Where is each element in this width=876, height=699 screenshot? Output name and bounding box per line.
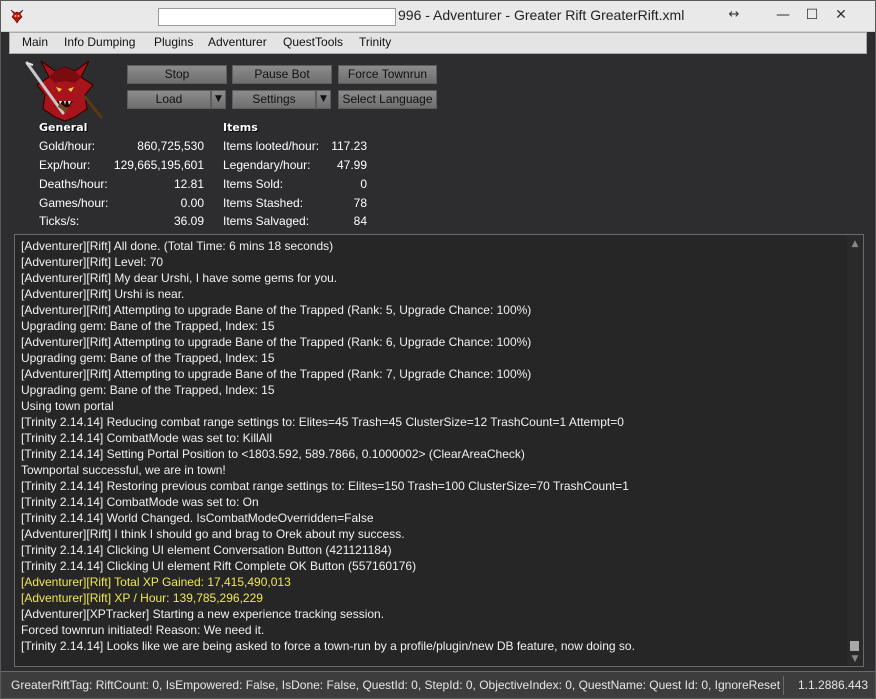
log-line: Using town portal [21, 399, 114, 413]
load-button[interactable]: Load [127, 90, 211, 109]
resize-arrows-icon[interactable]: ↔ [723, 5, 745, 25]
title-bar: 996 - Adventurer - Greater Rift GreaterR… [1, 1, 875, 32]
log-line: [Adventurer][Rift] Attempting to upgrade… [21, 303, 532, 317]
items-heading: Items [223, 121, 258, 134]
menu-main[interactable]: Main [22, 35, 48, 49]
force-townrun-button[interactable]: Force Townrun [338, 65, 437, 84]
redacted-title-block [158, 8, 396, 26]
status-text: GreaterRiftTag: RiftCount: 0, IsEmpowere… [11, 678, 781, 692]
items-looted-value: 117.23 [331, 139, 367, 153]
log-line: [Adventurer][Rift] Attempting to upgrade… [21, 367, 532, 381]
log-line: [Trinity 2.14.14] Reducing combat range … [21, 415, 624, 429]
log-line: Upgrading gem: Bane of the Trapped, Inde… [21, 351, 275, 365]
stat-label: Games/hour: [39, 196, 109, 210]
scroll-up-arrow-icon[interactable]: ▲ [849, 238, 861, 250]
stat-label: Exp/hour: [39, 158, 91, 172]
log-line: [Trinity 2.14.14] Restoring previous com… [21, 479, 629, 493]
legendary-per-hour-value: 47.99 [336, 158, 367, 172]
maximize-button[interactable]: ☐ [798, 2, 826, 28]
menu-info-dumping[interactable]: Info Dumping [64, 35, 135, 49]
scroll-thumb[interactable] [850, 641, 859, 651]
settings-button[interactable]: Settings [232, 90, 316, 109]
exp-per-hour-value: 129,665,195,601 [113, 158, 204, 172]
log-line: [Adventurer][Rift] I think I should go a… [21, 527, 405, 541]
menu-trinity[interactable]: Trinity [359, 35, 391, 49]
stat-label: Items Stashed: [223, 196, 304, 210]
settings-dropdown-arrow-icon[interactable]: ▼ [316, 90, 331, 109]
items-sold-value: 0 [360, 177, 367, 191]
pause-bot-button[interactable]: Pause Bot [232, 65, 332, 84]
menu-plugins[interactable]: Plugins [154, 35, 193, 49]
app-window: 996 - Adventurer - Greater Rift GreaterR… [0, 0, 876, 699]
items-stashed-value: 78 [353, 196, 367, 210]
general-heading: General [39, 121, 88, 134]
log-line: Upgrading gem: Bane of the Trapped, Inde… [21, 319, 275, 333]
log-line: Forced townrun initiated! Reason: We nee… [21, 623, 265, 637]
log-line: [Adventurer][Rift] Urshi is near. [21, 287, 185, 301]
log-line: [Adventurer][Rift] XP / Hour: 139,785,29… [21, 591, 263, 605]
log-line: [Adventurer][Rift] Total XP Gained: 17,4… [21, 575, 291, 589]
log-line: [Adventurer][XPTracker] Starting a new e… [21, 607, 385, 621]
status-separator [783, 676, 784, 695]
menu-bar: Main Info Dumping Plugins Adventurer Que… [9, 32, 867, 54]
log-line: [Adventurer][Rift] Level: 70 [21, 255, 164, 269]
ticks-per-second-value: 36.09 [173, 214, 204, 228]
menu-adventurer[interactable]: Adventurer [208, 35, 267, 49]
log-output[interactable]: [Adventurer][Rift] All done. (Total Time… [14, 234, 864, 667]
stop-button[interactable]: Stop [127, 65, 227, 84]
stat-label: Deaths/hour: [39, 177, 108, 191]
log-line: [Trinity 2.14.14] Clicking UI element Ri… [21, 559, 417, 573]
log-line: [Trinity 2.14.14] CombatMode was set to:… [21, 495, 259, 509]
log-line: [Trinity 2.14.14] Setting Portal Positio… [21, 447, 525, 461]
log-line: [Trinity 2.14.14] World Changed. IsComba… [21, 511, 374, 525]
log-line: [Adventurer][Rift] All done. (Total Time… [21, 239, 334, 253]
stat-label: Items Salvaged: [223, 214, 310, 228]
log-line: Townportal successful, we are in town! [21, 463, 226, 477]
log-lines: [Adventurer][Rift] All done. (Total Time… [21, 238, 841, 654]
log-line: [Trinity 2.14.14] Clicking UI element Co… [21, 543, 392, 557]
stat-label: Gold/hour: [39, 139, 96, 153]
close-button[interactable]: ✕ [827, 2, 855, 28]
stat-label: Items looted/hour: [223, 139, 320, 153]
stat-label: Ticks/s: [39, 214, 80, 228]
log-line: Upgrading gem: Bane of the Trapped, Inde… [21, 383, 275, 397]
deaths-per-hour-value: 12.81 [173, 177, 204, 191]
items-salvaged-value: 84 [353, 214, 367, 228]
log-line: [Trinity 2.14.14] Looks like we are bein… [21, 639, 635, 653]
minimize-button[interactable]: — [769, 2, 797, 28]
version-label: 1.1.2886.443 [798, 678, 869, 692]
demon-icon [10, 9, 24, 24]
log-scrollbar[interactable]: ▲ ▼ [847, 235, 863, 666]
stat-label: Items Sold: [223, 177, 284, 191]
log-line: [Trinity 2.14.14] CombatMode was set to:… [21, 431, 272, 445]
stat-label: Legendary/hour: [223, 158, 311, 172]
window-title: 996 - Adventurer - Greater Rift GreaterR… [398, 7, 685, 23]
log-line: [Adventurer][Rift] My dear Urshi, I have… [21, 271, 338, 285]
status-bar: GreaterRiftTag: RiftCount: 0, IsEmpowere… [1, 671, 875, 698]
select-language-button[interactable]: Select Language [338, 90, 437, 109]
log-line: [Adventurer][Rift] Attempting to upgrade… [21, 335, 532, 349]
load-dropdown-arrow-icon[interactable]: ▼ [211, 90, 226, 109]
scroll-down-arrow-icon[interactable]: ▼ [849, 653, 861, 665]
menu-questtools[interactable]: QuestTools [283, 35, 343, 49]
games-per-hour-value: 0.00 [180, 196, 204, 210]
gold-per-hour-value: 860,725,530 [137, 139, 204, 153]
demon-logo-icon [25, 60, 103, 122]
